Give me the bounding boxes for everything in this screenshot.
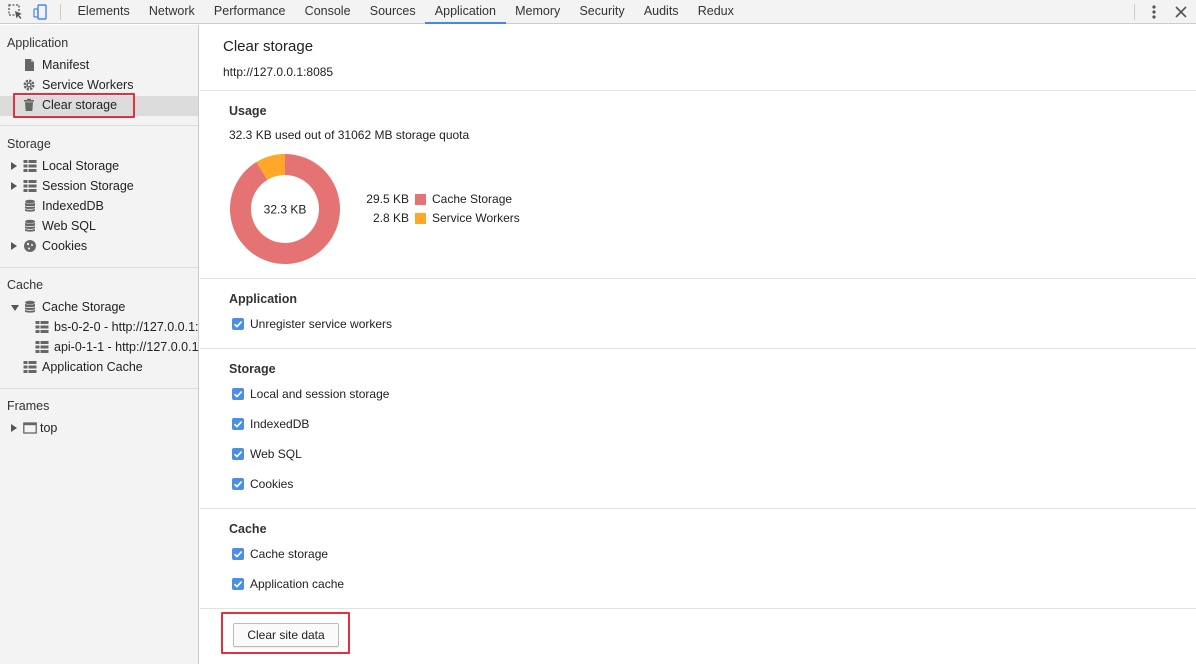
checkbox-cookies[interactable]: Cookies [232,476,432,492]
checkbox-checked-icon[interactable] [232,478,244,490]
devtools-toolbar: Elements Network Performance Console Sou… [0,0,1196,24]
legend-item-service-workers: 2.8 KB Service Workers [349,211,549,227]
section-divider [200,348,1196,349]
clear-storage-panel: Clear storage http://127.0.0.1:8085 Usag… [200,25,1196,664]
device-toolbar-icon[interactable] [32,3,50,21]
sidebar-item-session-storage[interactable]: Session Storage [11,176,196,196]
expand-arrow-icon[interactable] [11,424,17,432]
grid-icon [35,321,49,333]
close-icon[interactable] [1174,5,1188,19]
legend-swatch [415,213,426,224]
database-icon [24,300,36,313]
sidebar-section-storage: Storage [7,137,51,151]
highlight-box-clear-button [221,612,350,654]
checkbox-checked-icon[interactable] [232,318,244,330]
section-divider [200,508,1196,509]
sidebar-divider [0,267,198,268]
donut-total-label: 32.3 KB [264,203,307,217]
sidebar-item-frame-top[interactable]: top [11,418,196,438]
sidebar-section-frames: Frames [7,399,50,413]
legend-swatch [415,194,426,205]
checkbox-checked-icon[interactable] [232,418,244,430]
sidebar-divider [0,388,198,389]
database-icon [24,199,36,212]
checkbox-checked-icon[interactable] [232,388,244,400]
usage-section-title: Usage [229,104,267,118]
sidebar-section-application: Application [7,36,69,50]
sidebar-item-web-sql[interactable]: Web SQL [11,216,196,236]
grid-icon [23,160,37,172]
gear-icon [23,79,35,91]
tab-console[interactable]: Console [295,0,360,24]
inspect-element-icon[interactable] [7,3,25,21]
checkbox-unregister-service-workers[interactable]: Unregister service workers [232,316,432,332]
legend-value: 29.5 KB [366,192,409,206]
sidebar-item-cache-bs[interactable]: bs-0-2-0 - http://127.0.0.1: [35,317,198,337]
more-options-icon[interactable] [1148,2,1160,22]
section-divider [200,608,1196,609]
sidebar-item-service-workers[interactable]: Service Workers [22,75,192,95]
cookie-icon [24,240,36,252]
section-divider [200,90,1196,91]
usage-donut-chart: 32.3 KB [230,154,340,264]
grid-icon [23,180,37,192]
tab-network[interactable]: Network [139,0,204,24]
tab-sources[interactable]: Sources [360,0,425,24]
sidebar-item-indexeddb[interactable]: IndexedDB [11,196,196,216]
tab-memory[interactable]: Memory [506,0,570,24]
checkbox-checked-icon[interactable] [232,448,244,460]
legend-name: Cache Storage [432,192,513,206]
manifest-icon [25,59,34,71]
legend-value: 2.8 KB [372,211,409,225]
database-icon [24,219,36,232]
sidebar-item-cookies[interactable]: Cookies [11,236,196,256]
expand-arrow-icon[interactable] [11,162,17,170]
origin-url: http://127.0.0.1:8085 [223,65,334,79]
expand-arrow-icon[interactable] [11,182,17,190]
tab-application[interactable]: Application [425,0,506,24]
sidebar-item-cache-storage[interactable]: Cache Storage [11,297,196,317]
checkbox-application-cache[interactable]: Application cache [232,576,432,592]
application-sidebar: Application Manifest Service Workers Cle… [0,25,199,664]
application-section-title: Application [229,292,298,306]
checkbox-indexeddb[interactable]: IndexedDB [232,416,432,432]
storage-section-title: Storage [229,362,276,376]
checkbox-local-session-storage[interactable]: Local and session storage [232,386,432,402]
highlight-box-clear-storage [13,93,135,118]
tab-audits[interactable]: Audits [634,0,688,24]
sidebar-item-manifest[interactable]: Manifest [22,55,192,75]
tab-security[interactable]: Security [570,0,634,24]
checkbox-web-sql[interactable]: Web SQL [232,446,432,462]
checkbox-cache-storage[interactable]: Cache storage [232,546,432,562]
tab-redux[interactable]: Redux [688,0,743,24]
cache-section-title: Cache [229,522,267,536]
grid-icon [35,341,49,353]
sidebar-item-local-storage[interactable]: Local Storage [11,156,196,176]
tab-elements[interactable]: Elements [68,0,139,24]
grid-icon [23,361,37,373]
sidebar-item-application-cache[interactable]: Application Cache [11,357,196,377]
page-title: Clear storage [223,38,314,55]
tab-performance[interactable]: Performance [204,0,295,24]
expand-arrow-icon[interactable] [11,242,17,250]
legend-name: Service Workers [432,211,520,225]
checkbox-checked-icon[interactable] [232,578,244,590]
sidebar-section-cache: Cache [7,278,44,292]
collapse-arrow-icon[interactable] [11,305,19,311]
toolbar-separator [60,4,61,20]
toolbar-separator [1134,4,1135,20]
sidebar-item-cache-api[interactable]: api-0-1-1 - http://127.0.0.1 [35,337,198,357]
legend-item-cache-storage: 29.5 KB Cache Storage [349,192,549,208]
panel-tabs: Elements Network Performance Console Sou… [68,0,743,24]
usage-summary: 32.3 KB used out of 31062 MB storage quo… [229,128,470,142]
sidebar-divider [0,125,198,126]
frame-icon [23,422,37,434]
checkbox-checked-icon[interactable] [232,548,244,560]
section-divider [200,278,1196,279]
